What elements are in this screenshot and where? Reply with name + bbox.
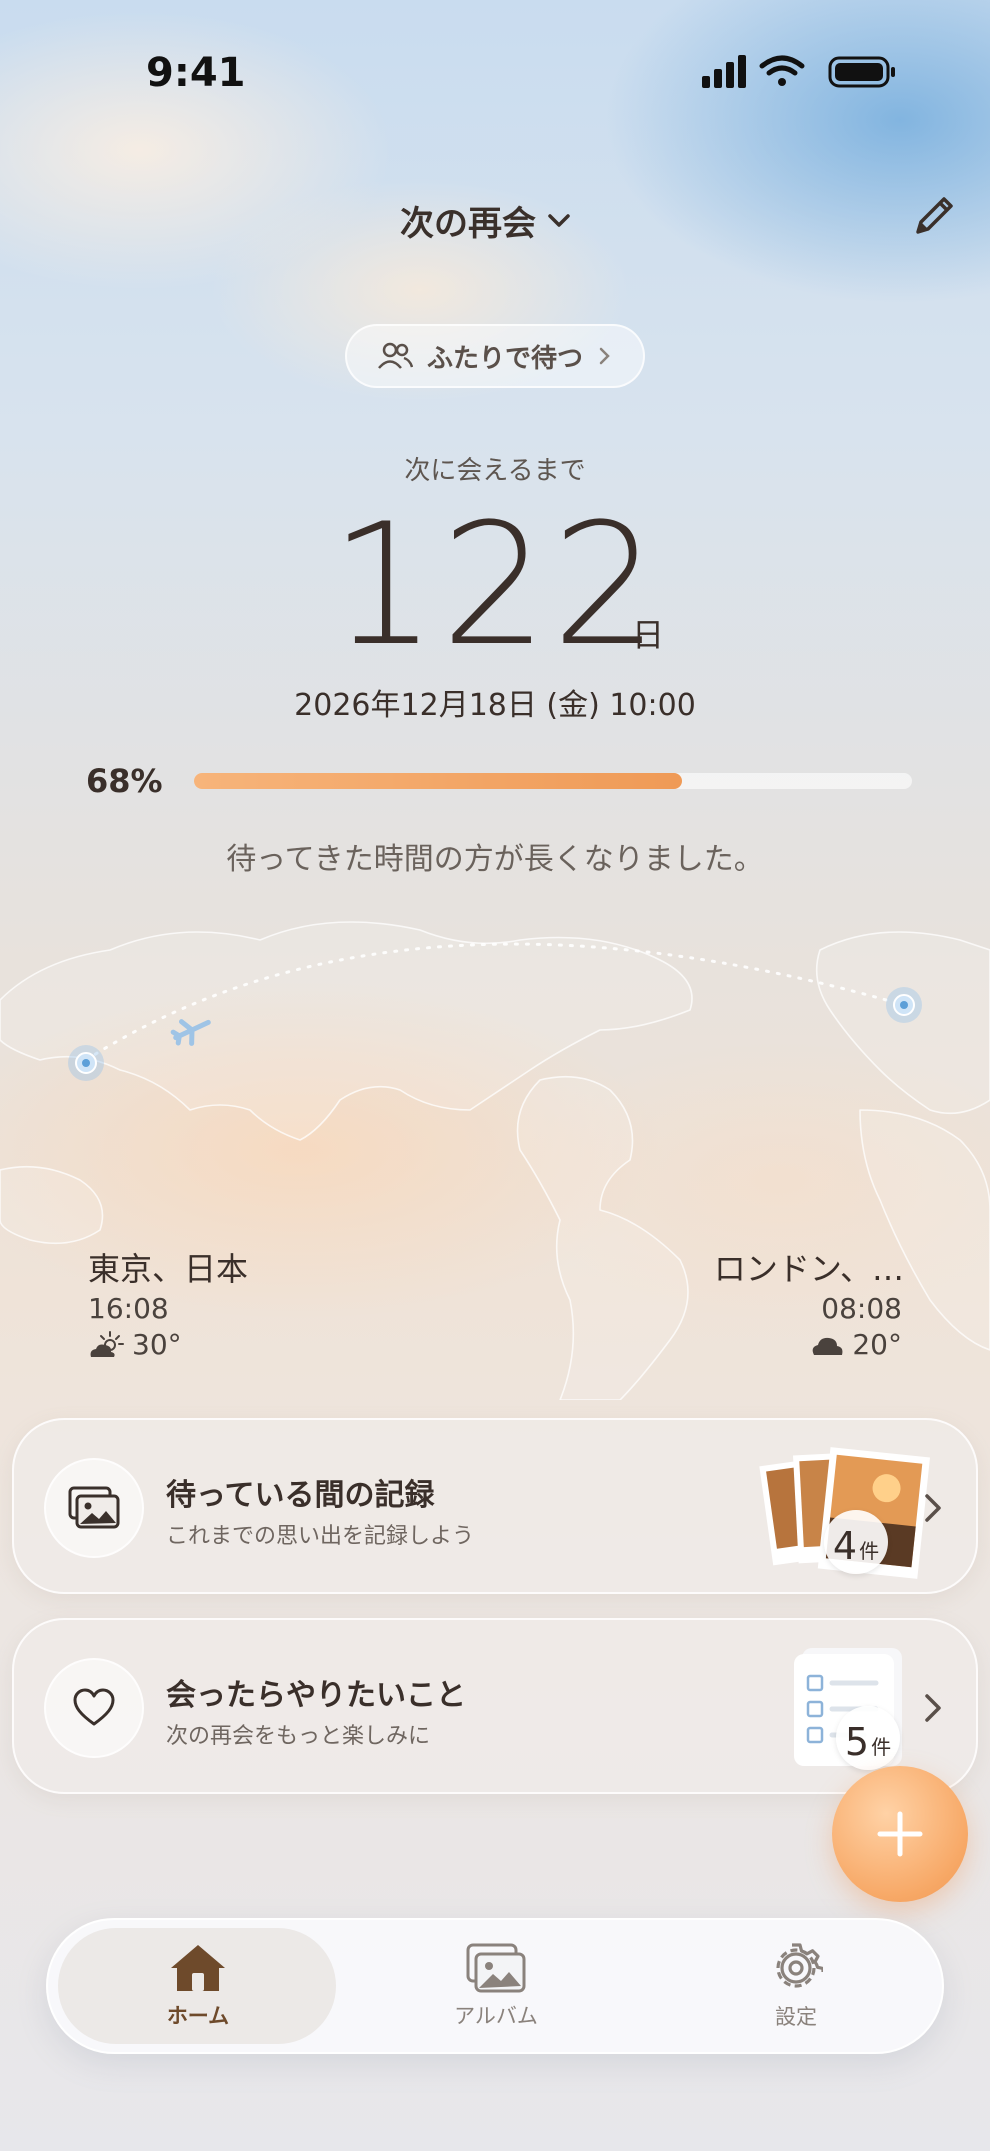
page-title: 次の再会 — [400, 204, 536, 244]
home-icon — [171, 1945, 225, 1991]
progress-fill — [194, 773, 683, 789]
wishlist-card[interactable]: 会ったらやりたいこと 次の再会をもっと楽しみに 5件 — [12, 1618, 978, 1794]
origin-weather: 30° — [88, 1328, 182, 1361]
edit-pencil-icon[interactable] — [910, 190, 960, 240]
memories-count-badge: 4件 — [824, 1510, 888, 1574]
destination-time: 08:08 — [821, 1292, 902, 1325]
wishlist-subtitle: 次の再会をもっと楽しみに — [166, 1724, 431, 1749]
tab-bar: ホーム アルバム 設定 — [46, 1918, 944, 2054]
origin-temperature: 30° — [132, 1328, 182, 1361]
progress-percent: 68% — [86, 762, 163, 800]
destination-weather: 20° — [810, 1328, 902, 1361]
chevron-right-icon — [599, 347, 610, 365]
memories-count-unit: 件 — [859, 1539, 880, 1563]
heart-icon — [73, 1688, 115, 1726]
progress-bar — [194, 773, 912, 789]
add-button[interactable] — [832, 1766, 968, 1902]
wishlist-title: 会ったらやりたいこと — [166, 1678, 466, 1713]
origin-time: 16:08 — [88, 1292, 169, 1325]
chevron-right-icon — [925, 1694, 941, 1722]
countdown-label: 次に会えるまで — [404, 456, 586, 486]
photo-gallery-icon — [68, 1486, 120, 1529]
memories-title: 待っている間の記録 — [166, 1478, 435, 1513]
chevron-down-icon — [548, 213, 570, 227]
wifi-icon — [759, 55, 805, 86]
destination-city: ロンドン、… — [713, 1250, 904, 1288]
gear-icon — [776, 1943, 823, 1988]
wishlist-count-badge: 5件 — [836, 1706, 900, 1770]
days-unit: 日 — [632, 616, 665, 654]
battery-icon — [828, 56, 895, 88]
wishlist-count: 5 — [844, 1720, 870, 1764]
signal-icon — [702, 55, 746, 88]
progress-message: 待ってきた時間の方が長くなりました。 — [226, 842, 764, 877]
sun-cloud-icon — [90, 1330, 124, 1357]
memories-icon-circle — [44, 1458, 144, 1558]
memories-card[interactable]: 待っている間の記録 これまでの思い出を記録しよう 4件 — [12, 1418, 978, 1594]
tokyo-marker — [68, 1045, 104, 1081]
wait-together-label: ふたりで待つ — [426, 343, 583, 374]
status-time: 9:41 — [146, 50, 246, 96]
origin-city: 東京、日本 — [88, 1250, 249, 1288]
wait-together-button[interactable]: ふたりで待つ — [345, 324, 645, 388]
australia-landmass — [0, 1165, 104, 1245]
memories-subtitle: これまでの思い出を記録しよう — [166, 1524, 475, 1549]
americas-landmass — [516, 1075, 689, 1400]
plus-icon — [877, 1811, 923, 1857]
wishlist-count-unit: 件 — [871, 1735, 892, 1759]
memories-count: 4 — [832, 1524, 858, 1568]
london-marker — [886, 987, 922, 1023]
cloud-icon — [813, 1337, 843, 1355]
album-icon — [466, 1943, 526, 1993]
tab-album[interactable]: アルバム — [366, 1920, 626, 2052]
tab-home[interactable]: ホーム — [68, 1920, 328, 2052]
tab-album-label: アルバム — [454, 2004, 538, 2028]
days-remaining: 122 — [330, 487, 663, 683]
reunion-date: 2026年12月18日 (金) 10:00 — [294, 688, 696, 723]
tab-settings-label: 設定 — [775, 2005, 817, 2029]
wishlist-icon-circle — [44, 1658, 144, 1758]
status-icons — [702, 55, 895, 88]
reunion-selector[interactable]: 次の再会 — [400, 196, 572, 245]
tab-settings[interactable]: 設定 — [666, 1920, 926, 2052]
tab-home-label: ホーム — [166, 2004, 230, 2028]
destination-temperature: 20° — [852, 1328, 902, 1361]
people-icon — [378, 342, 413, 369]
chevron-right-icon — [925, 1494, 941, 1522]
